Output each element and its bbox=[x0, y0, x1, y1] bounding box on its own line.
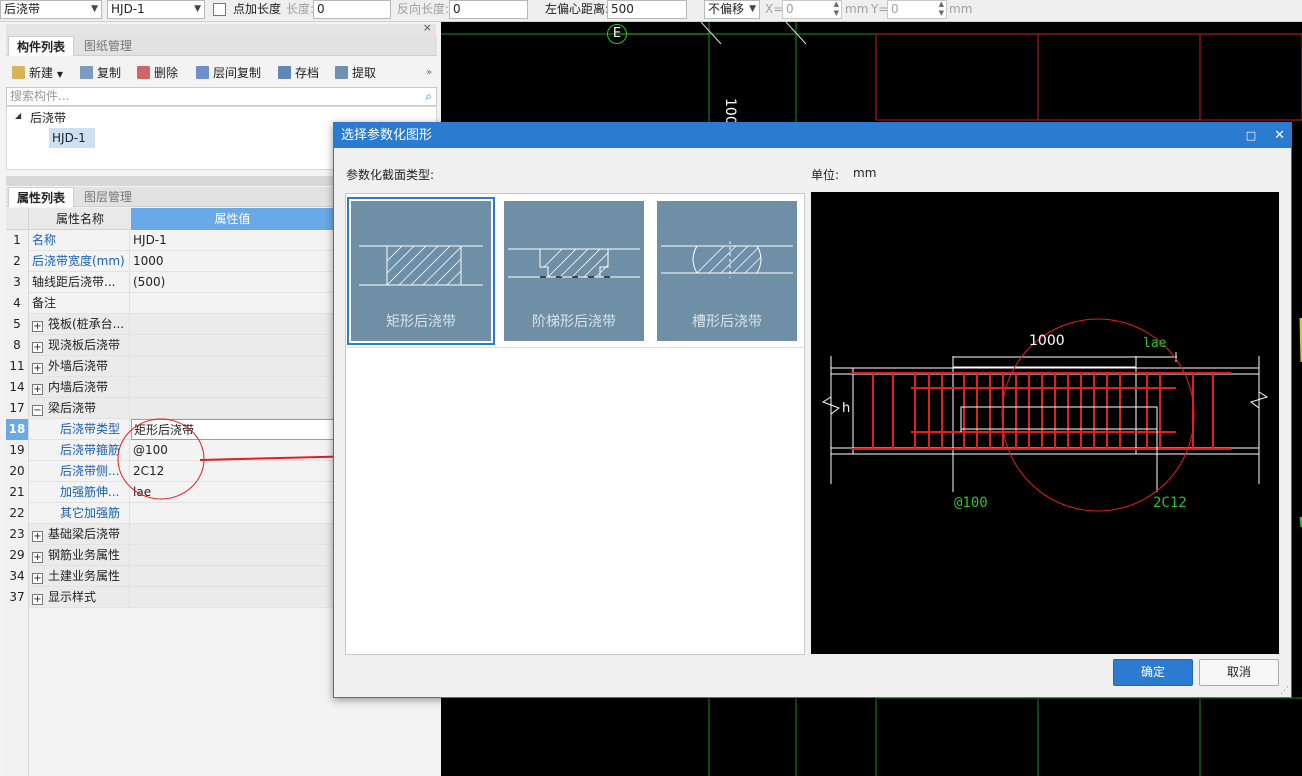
section-preview: 1000 lae h @100 2C12 bbox=[811, 192, 1279, 654]
shape-rectangular-label: 矩形后浇带 bbox=[386, 314, 456, 330]
preview-stirrup-label: @100 bbox=[954, 495, 988, 511]
dialog-window-controls: □ ✕ bbox=[1246, 123, 1285, 148]
cancel-button[interactable]: 取消 bbox=[1199, 659, 1279, 686]
shape-grooved-thumbnail: 槽形后浇带 bbox=[657, 201, 797, 341]
shape-stepped-thumbnail: 阶梯形后浇带 bbox=[504, 201, 644, 341]
section-type-label: 参数化截面类型: bbox=[346, 168, 435, 182]
ok-button[interactable]: 确定 bbox=[1113, 659, 1193, 686]
divider bbox=[346, 347, 804, 348]
post-pour-strip-diagram bbox=[821, 318, 1269, 512]
shape-stepped[interactable]: 阶梯形后浇带 bbox=[500, 197, 648, 345]
preview-width-label: 1000 bbox=[1029, 333, 1065, 349]
preview-h-label: h bbox=[842, 401, 851, 416]
shape-rectangular[interactable]: 矩形后浇带 bbox=[347, 197, 495, 345]
dialog-title-bar: 选择参数化图形 □ ✕ bbox=[334, 123, 1291, 148]
unit-label: 单位: bbox=[811, 168, 840, 182]
dialog-title: 选择参数化图形 bbox=[341, 128, 433, 143]
shape-rectangular-thumbnail: 矩形后浇带 bbox=[351, 201, 491, 341]
preview-lae-label: lae bbox=[1143, 336, 1167, 351]
shape-grooved[interactable]: 槽形后浇带 bbox=[653, 197, 801, 345]
preview-side-bar-label: 2C12 bbox=[1153, 495, 1187, 511]
resize-grip-icon[interactable]: ⋰ bbox=[1280, 686, 1289, 696]
parametric-shape-dialog: 选择参数化图形 □ ✕ 参数化截面类型: 单位: mm 矩形后浇带 阶梯形后浇带… bbox=[333, 122, 1292, 698]
shape-stepped-label: 阶梯形后浇带 bbox=[532, 314, 616, 330]
shape-grooved-label: 槽形后浇带 bbox=[692, 314, 762, 330]
maximize-icon[interactable]: □ bbox=[1246, 129, 1256, 142]
shape-type-list: 矩形后浇带 阶梯形后浇带 槽形后浇带 bbox=[345, 193, 805, 655]
unit-value: mm bbox=[853, 166, 877, 180]
close-icon[interactable]: ✕ bbox=[1274, 128, 1285, 143]
